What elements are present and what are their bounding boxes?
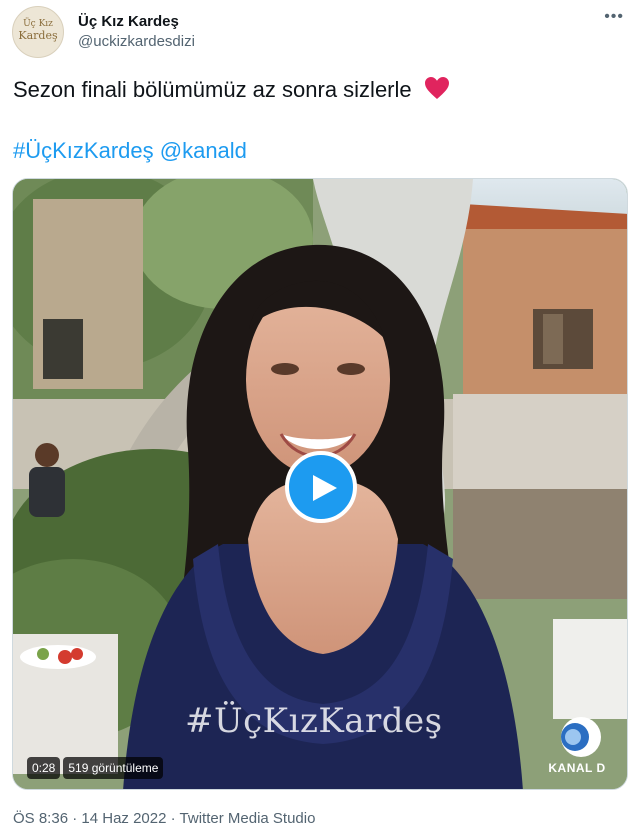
tweet-text-body: Sezon finali bölümümüz az sonra sizlerle [13,77,412,102]
mention-link[interactable]: @kanald [160,138,247,163]
video-player[interactable]: #ÜçKızKardeş 0:28 519 görüntüleme KANAL … [12,178,628,790]
video-duration: 0:28 [27,757,61,779]
play-button[interactable] [285,451,357,523]
user-handle[interactable]: @uckizkardesdizi [78,33,195,50]
video-info: 0:28 519 görüntüleme [27,757,164,779]
channel-name: KANAL D [548,761,606,775]
meta-separator: · [170,810,176,827]
more-options-icon[interactable]: ••• [604,8,624,26]
meta-separator: · [72,810,78,827]
tweet-metadata: ÖS 8:36 · 14 Haz 2022 · Twitter Media St… [13,810,315,827]
red-heart-icon [424,77,449,99]
tweet-date[interactable]: 14 Haz 2022 [81,810,166,827]
tweet-source[interactable]: Twitter Media Studio [180,810,316,827]
avatar[interactable]: Üç Kız Kardeş [12,6,64,58]
tweet-header: Üç Kız Kardeş Üç Kız Kardeş @uckizkardes… [12,6,628,58]
view-count: 519 görüntüleme [63,757,164,779]
hashtag-link[interactable]: #ÜçKızKardeş [13,138,154,163]
tweet-time[interactable]: ÖS 8:36 [13,810,68,827]
avatar-logo-line2: Kardeş [18,29,58,42]
tweet-links: #ÜçKızKardeş @kanald [13,138,247,164]
video-overlay-hashtag: #ÜçKızKardeş [185,701,443,741]
display-name[interactable]: Üç Kız Kardeş [78,13,179,30]
kanal-d-logo: KANAL D [547,711,607,777]
tweet-text: Sezon finali bölümümüz az sonra sizlerle [13,76,450,103]
kanal-d-icon [561,717,601,757]
play-icon [313,475,337,501]
avatar-logo-line1: Üç Kız [23,19,53,29]
